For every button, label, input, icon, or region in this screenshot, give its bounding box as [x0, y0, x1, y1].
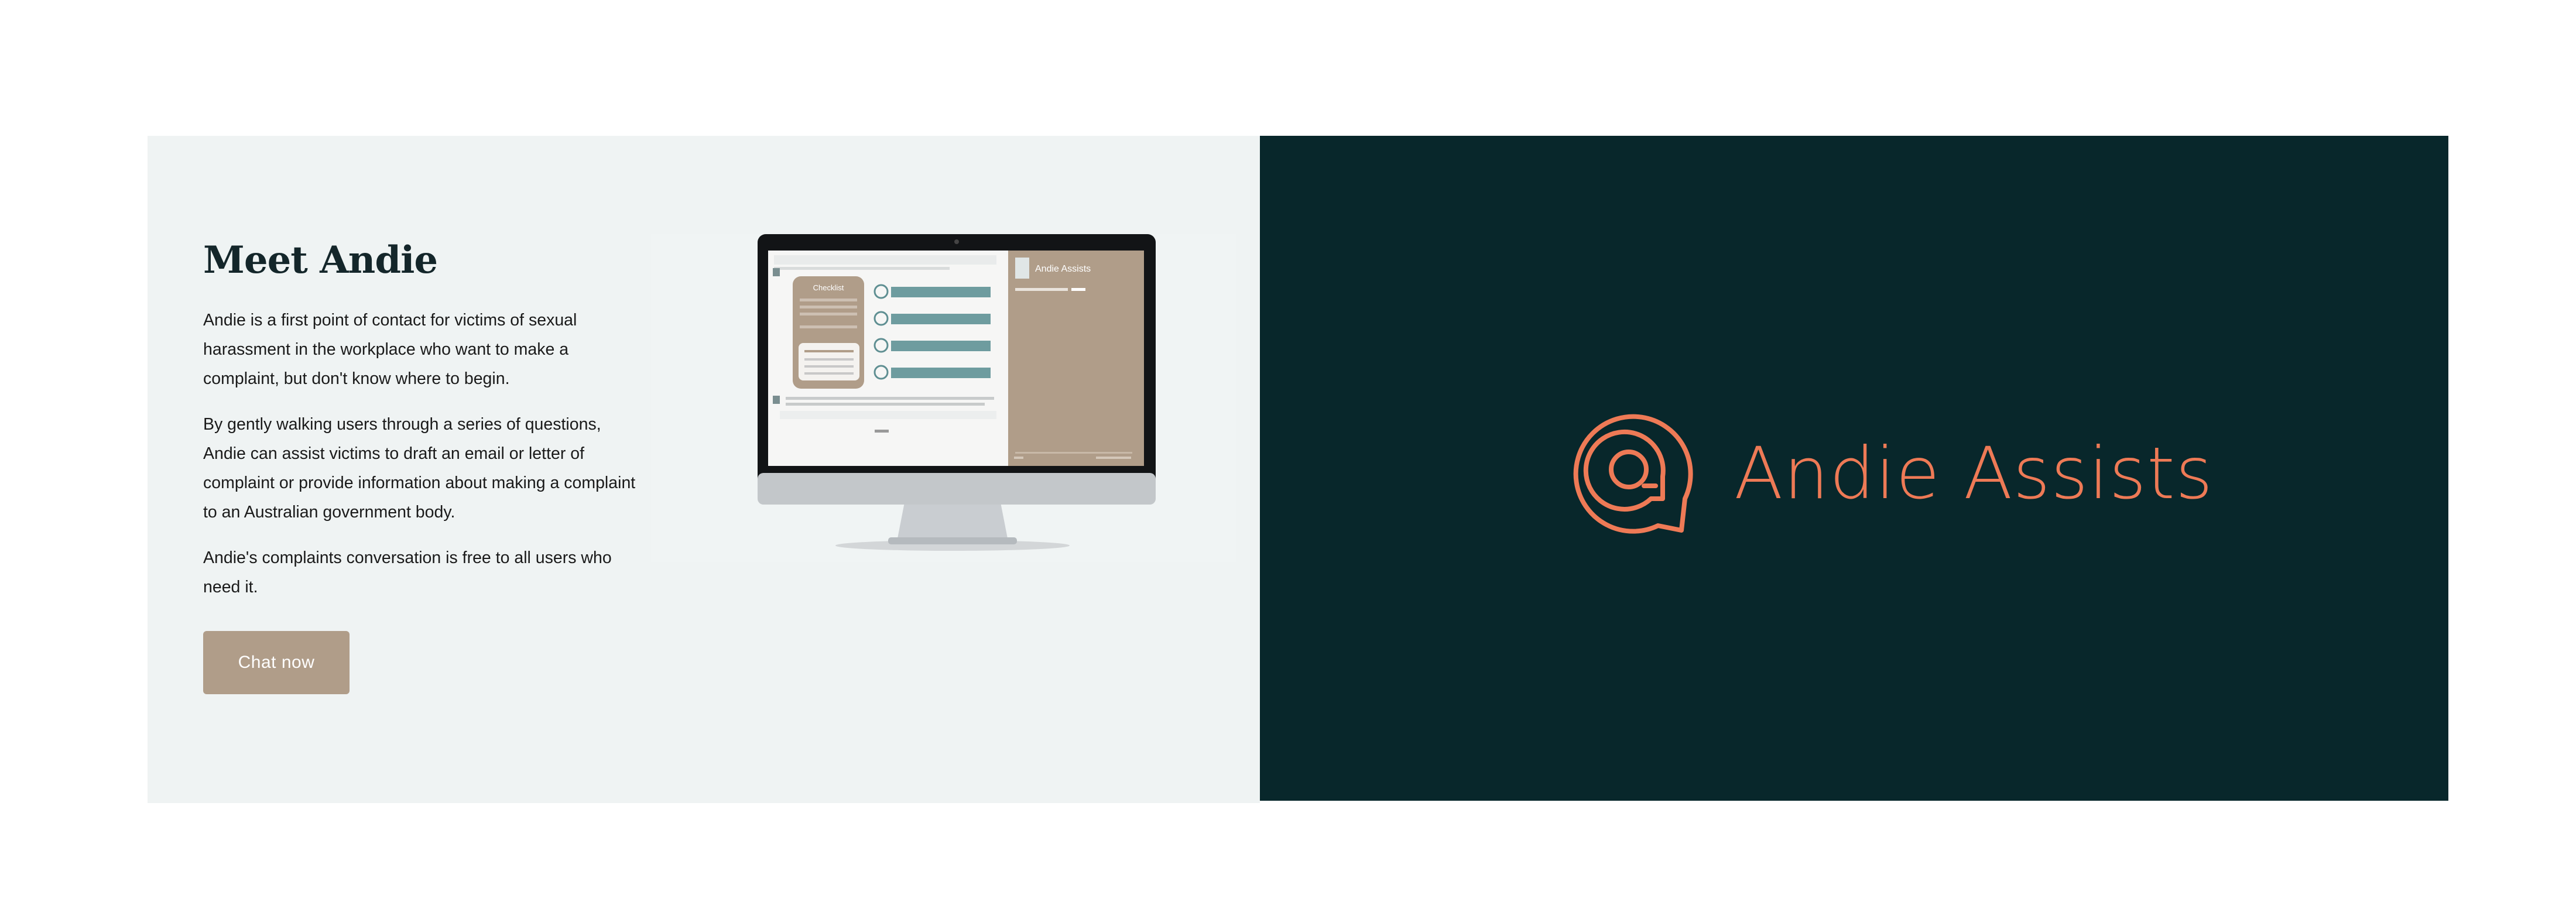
brand-name: Andie Assists — [1734, 432, 2214, 515]
brand-panel: Andie Assists — [1260, 136, 2448, 801]
monitor-image: Andie Assists Checklist — [651, 234, 1236, 562]
brand-logo: Andie Assists — [1570, 411, 2212, 540]
page-title: Meet Andie — [203, 238, 438, 282]
intro-paragraph-3: Andie's complaints conversation is free … — [203, 548, 612, 596]
intro-paragraph-1: Andie is a first point of contact for vi… — [203, 310, 577, 388]
meet-andie-panel: Meet Andie Andie is a first point of con… — [148, 136, 1260, 803]
chat-now-button[interactable]: Chat now — [203, 630, 350, 694]
mockup-checklist-title: Checklist — [813, 283, 844, 292]
intro-content: Meet Andie Andie is a first point of con… — [203, 238, 636, 694]
intro-paragraph-2: By gently walking users through a series… — [203, 414, 636, 522]
chat-bubble-at-icon — [1573, 414, 1693, 534]
monitor-illustration: Andie Assists Checklist — [651, 234, 1236, 562]
mockup-panel-title: Andie Assists — [1035, 264, 1091, 274]
